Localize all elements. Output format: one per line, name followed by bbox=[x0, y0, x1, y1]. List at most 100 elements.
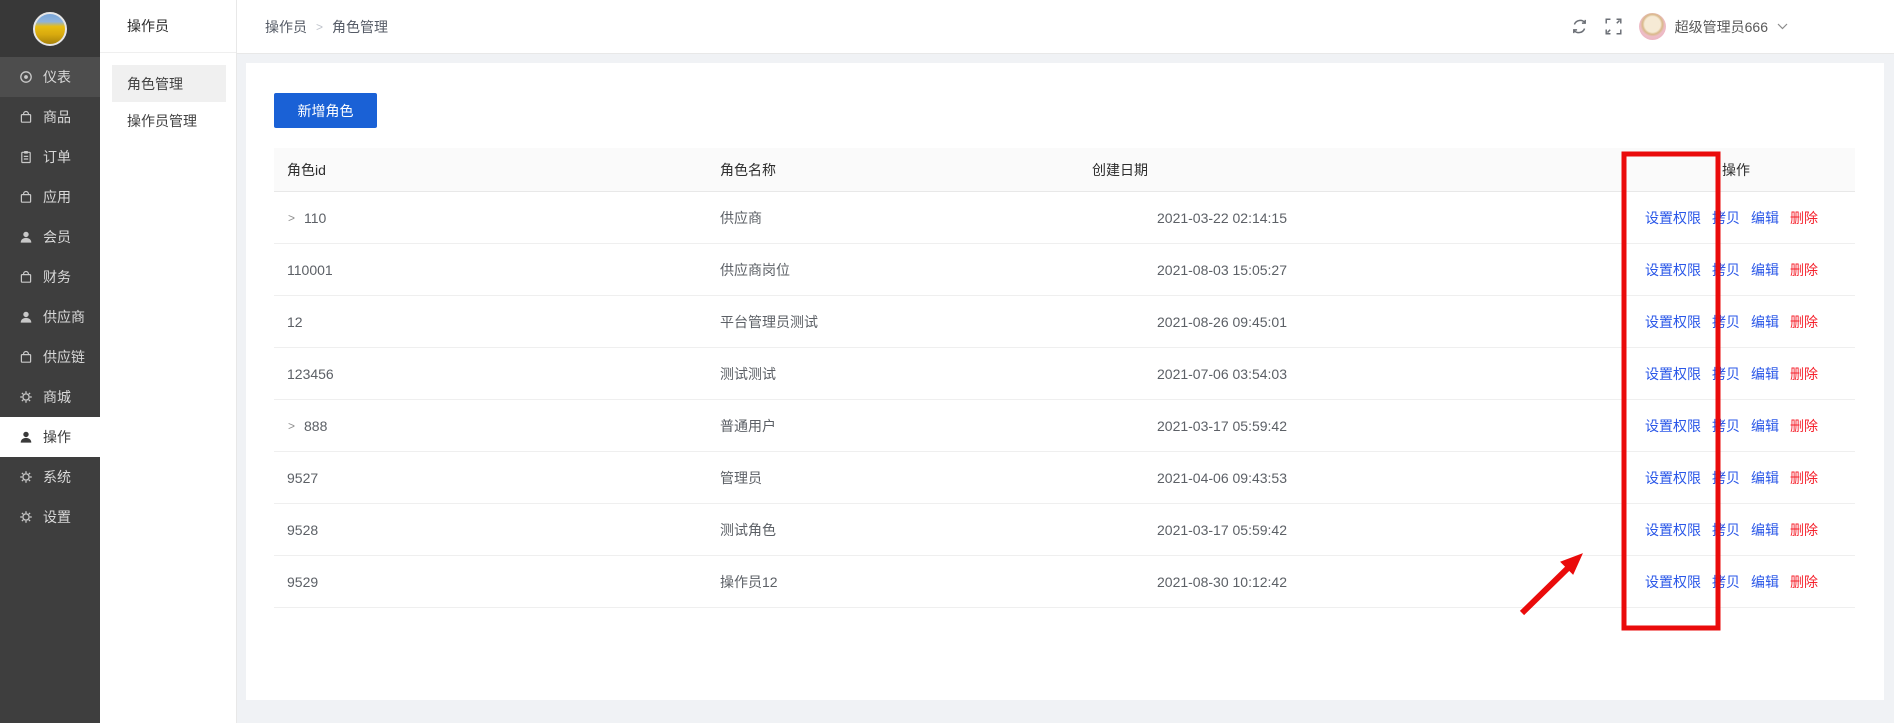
user-icon bbox=[19, 310, 33, 324]
app-logo[interactable] bbox=[33, 12, 67, 46]
content-area: 新增角色 角色id 角色名称 创建日期 操作 > 110 供应商 2021-03… bbox=[237, 54, 1894, 723]
clipboard-icon bbox=[19, 150, 33, 164]
fullscreen-icon[interactable] bbox=[1605, 18, 1622, 35]
edit-link[interactable]: 编辑 bbox=[1751, 244, 1779, 296]
delete-link[interactable]: 删除 bbox=[1790, 348, 1818, 400]
table-row: > 888 普通用户 2021-03-17 05:59:42 设置权限 拷贝 编… bbox=[274, 400, 1855, 452]
table-row: > 123456 测试测试 2021-07-06 03:54:03 设置权限 拷… bbox=[274, 348, 1855, 400]
sub-sidebar: 操作员 角色管理 操作员管理 bbox=[100, 0, 237, 723]
sidebar-item-goods[interactable]: 商品 bbox=[0, 97, 100, 137]
edit-link[interactable]: 编辑 bbox=[1751, 192, 1779, 244]
edit-link[interactable]: 编辑 bbox=[1751, 348, 1779, 400]
column-header-role-name: 角色名称 bbox=[720, 148, 776, 192]
copy-link[interactable]: 拷贝 bbox=[1712, 296, 1740, 348]
set-permissions-link[interactable]: 设置权限 bbox=[1645, 504, 1701, 556]
main-sidebar: 仪表 商品 订单 应用 会员 财务 供应商 供应链 商城 操作 系统 设置 bbox=[0, 0, 100, 723]
bag-icon bbox=[19, 110, 33, 124]
role-management-card: 新增角色 角色id 角色名称 创建日期 操作 > 110 供应商 2021-03… bbox=[246, 63, 1884, 700]
cell-created-date: 2021-03-17 05:59:42 bbox=[1157, 400, 1287, 452]
cell-role-name: 供应商 bbox=[720, 192, 762, 244]
delete-link[interactable]: 删除 bbox=[1790, 452, 1818, 504]
cell-role-id: > 123456 bbox=[287, 348, 334, 400]
cell-actions: 设置权限 拷贝 编辑 删除 bbox=[1645, 556, 1818, 608]
copy-link[interactable]: 拷贝 bbox=[1712, 400, 1740, 452]
user-icon bbox=[19, 430, 33, 444]
set-permissions-link[interactable]: 设置权限 bbox=[1645, 400, 1701, 452]
table-row: > 9529 操作员12 2021-08-30 10:12:42 设置权限 拷贝… bbox=[274, 556, 1855, 608]
copy-link[interactable]: 拷贝 bbox=[1712, 244, 1740, 296]
cell-actions: 设置权限 拷贝 编辑 删除 bbox=[1645, 504, 1818, 556]
breadcrumb-item-operator[interactable]: 操作员 bbox=[265, 17, 307, 37]
sidebar-item-mall[interactable]: 商城 bbox=[0, 377, 100, 417]
set-permissions-link[interactable]: 设置权限 bbox=[1645, 244, 1701, 296]
roles-table: 角色id 角色名称 创建日期 操作 > 110 供应商 2021-03-22 0… bbox=[274, 148, 1855, 608]
cell-role-id: > 12 bbox=[287, 296, 303, 348]
copy-link[interactable]: 拷贝 bbox=[1712, 192, 1740, 244]
edit-link[interactable]: 编辑 bbox=[1751, 504, 1779, 556]
cell-role-name: 管理员 bbox=[720, 452, 762, 504]
delete-link[interactable]: 删除 bbox=[1790, 504, 1818, 556]
delete-link[interactable]: 删除 bbox=[1790, 556, 1818, 608]
cell-role-id: > 9529 bbox=[287, 556, 318, 608]
set-permissions-link[interactable]: 设置权限 bbox=[1645, 452, 1701, 504]
table-row: > 110 供应商 2021-03-22 02:14:15 设置权限 拷贝 编辑… bbox=[274, 192, 1855, 244]
breadcrumb: 操作员 > 角色管理 bbox=[265, 17, 388, 37]
copy-link[interactable]: 拷贝 bbox=[1712, 452, 1740, 504]
set-permissions-link[interactable]: 设置权限 bbox=[1645, 348, 1701, 400]
chevron-down-icon bbox=[1777, 23, 1788, 30]
edit-link[interactable]: 编辑 bbox=[1751, 556, 1779, 608]
delete-link[interactable]: 删除 bbox=[1790, 192, 1818, 244]
user-avatar bbox=[1639, 13, 1666, 40]
cell-role-id: > 9528 bbox=[287, 504, 318, 556]
logo-box bbox=[0, 0, 100, 57]
edit-link[interactable]: 编辑 bbox=[1751, 400, 1779, 452]
edit-link[interactable]: 编辑 bbox=[1751, 296, 1779, 348]
edit-link[interactable]: 编辑 bbox=[1751, 452, 1779, 504]
cell-actions: 设置权限 拷贝 编辑 删除 bbox=[1645, 348, 1818, 400]
sidebar-item-suppliers[interactable]: 供应商 bbox=[0, 297, 100, 337]
main-nav: 仪表 商品 订单 应用 会员 财务 供应商 供应链 商城 操作 系统 设置 bbox=[0, 57, 100, 537]
column-header-actions: 操作 bbox=[1722, 148, 1750, 192]
sub-menu-item-operator-management[interactable]: 操作员管理 bbox=[112, 102, 226, 139]
bag-icon bbox=[19, 190, 33, 204]
sub-menu: 角色管理 操作员管理 bbox=[100, 53, 236, 139]
table-row: > 110001 供应商岗位 2021-08-03 15:05:27 设置权限 … bbox=[274, 244, 1855, 296]
cell-actions: 设置权限 拷贝 编辑 删除 bbox=[1645, 244, 1818, 296]
cell-actions: 设置权限 拷贝 编辑 删除 bbox=[1645, 400, 1818, 452]
set-permissions-link[interactable]: 设置权限 bbox=[1645, 192, 1701, 244]
expand-caret-icon[interactable]: > bbox=[288, 420, 295, 432]
set-permissions-link[interactable]: 设置权限 bbox=[1645, 296, 1701, 348]
sidebar-item-system[interactable]: 系统 bbox=[0, 457, 100, 497]
topbar-actions: 超级管理员666 bbox=[1571, 13, 1788, 40]
set-permissions-link[interactable]: 设置权限 bbox=[1645, 556, 1701, 608]
sidebar-item-orders[interactable]: 订单 bbox=[0, 137, 100, 177]
sub-menu-item-role-management[interactable]: 角色管理 bbox=[112, 65, 226, 102]
cell-role-id: > 888 bbox=[287, 400, 327, 452]
user-menu[interactable]: 超级管理员666 bbox=[1639, 13, 1788, 40]
copy-link[interactable]: 拷贝 bbox=[1712, 556, 1740, 608]
cell-role-name: 平台管理员测试 bbox=[720, 296, 818, 348]
bag-icon bbox=[19, 270, 33, 284]
bag-icon bbox=[19, 350, 33, 364]
delete-link[interactable]: 删除 bbox=[1790, 296, 1818, 348]
sidebar-item-settings[interactable]: 设置 bbox=[0, 497, 100, 537]
expand-caret-icon[interactable]: > bbox=[288, 212, 295, 224]
sidebar-item-members[interactable]: 会员 bbox=[0, 217, 100, 257]
delete-link[interactable]: 删除 bbox=[1790, 400, 1818, 452]
sidebar-item-operations[interactable]: 操作 bbox=[0, 417, 100, 457]
sidebar-item-apps[interactable]: 应用 bbox=[0, 177, 100, 217]
add-role-button[interactable]: 新增角色 bbox=[274, 93, 377, 128]
sidebar-item-supply-chain[interactable]: 供应链 bbox=[0, 337, 100, 377]
sidebar-item-finance[interactable]: 财务 bbox=[0, 257, 100, 297]
cell-created-date: 2021-08-26 09:45:01 bbox=[1157, 296, 1287, 348]
sidebar-item-dashboard[interactable]: 仪表 bbox=[0, 57, 100, 97]
copy-link[interactable]: 拷贝 bbox=[1712, 504, 1740, 556]
breadcrumb-separator-icon: > bbox=[316, 20, 323, 34]
cell-actions: 设置权限 拷贝 编辑 删除 bbox=[1645, 452, 1818, 504]
delete-link[interactable]: 删除 bbox=[1790, 244, 1818, 296]
cell-created-date: 2021-03-17 05:59:42 bbox=[1157, 504, 1287, 556]
cell-role-id: > 9527 bbox=[287, 452, 318, 504]
refresh-icon[interactable] bbox=[1571, 18, 1588, 35]
cell-role-name: 测试测试 bbox=[720, 348, 776, 400]
copy-link[interactable]: 拷贝 bbox=[1712, 348, 1740, 400]
